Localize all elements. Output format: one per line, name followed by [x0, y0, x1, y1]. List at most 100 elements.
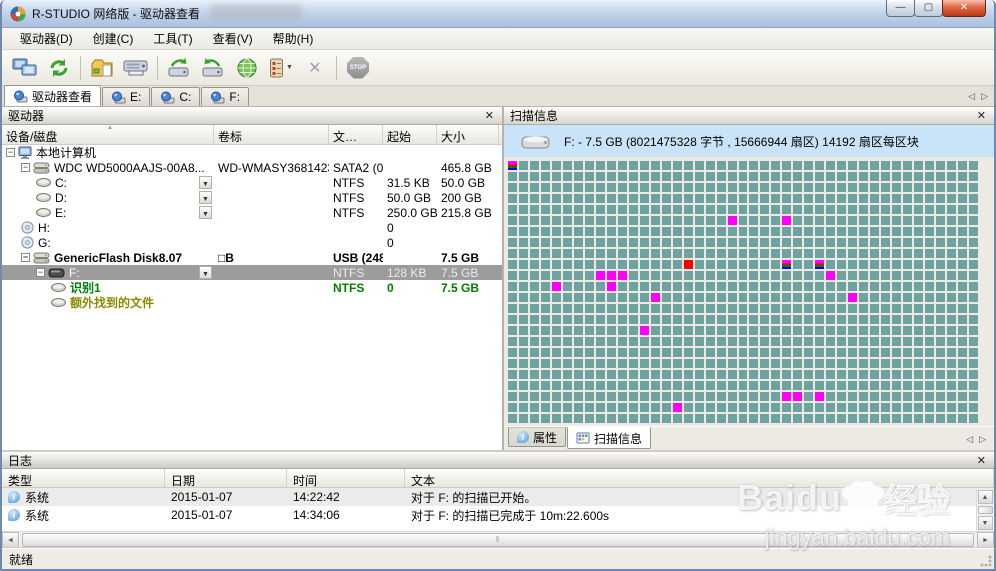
log-row[interactable]: 系统2015-01-0714:34:06对于 F: 的扫描已完成于 10m:22…: [2, 506, 994, 524]
scan-block: [596, 161, 605, 170]
scan-block: [684, 282, 693, 291]
tree-row[interactable]: E:NTFS250.0 GB215.8 GB: [2, 205, 502, 220]
scroll-right-arrow-icon[interactable]: [977, 532, 994, 548]
open-image-button[interactable]: [85, 53, 119, 83]
column-time[interactable]: 时间: [287, 469, 405, 487]
maximize-button[interactable]: ▢: [914, 0, 943, 17]
column-filesystem[interactable]: 文…: [329, 125, 383, 144]
log-horizontal-scrollbar[interactable]: [2, 531, 994, 548]
scan-block: [848, 271, 857, 280]
expander-minus-icon[interactable]: [21, 163, 30, 172]
tab-drive-e[interactable]: E:: [102, 87, 150, 106]
scan-block: [739, 293, 748, 302]
column-size[interactable]: 大小: [437, 125, 499, 144]
statusbar: 就绪: [2, 548, 994, 569]
scan-block: [859, 337, 868, 346]
log-panel-close-icon[interactable]: [975, 454, 988, 467]
tab-drive-view[interactable]: 驱动器查看: [4, 85, 101, 106]
log-row[interactable]: 系统2015-01-0714:22:42对于 F: 的扫描已开始。: [2, 488, 994, 506]
online-help-button[interactable]: [230, 53, 264, 83]
scroll-up-arrow-icon[interactable]: [978, 490, 993, 504]
expander-minus-icon[interactable]: [21, 253, 30, 262]
menu-view[interactable]: 查看(V): [203, 27, 263, 50]
resize-grip[interactable]: [980, 555, 992, 567]
expander-minus-icon[interactable]: [36, 268, 45, 277]
tree-row[interactable]: H:0: [2, 220, 502, 235]
scroll-down-arrow-icon[interactable]: [978, 516, 993, 530]
scan-block: [574, 403, 583, 412]
log-settings-button[interactable]: ▼: [264, 53, 298, 83]
menu-help[interactable]: 帮助(H): [263, 27, 324, 50]
scan-block: [739, 249, 748, 258]
menu-drives[interactable]: 驱动器(D): [10, 27, 83, 50]
mount-image-button[interactable]: [119, 53, 153, 83]
scan-block: [607, 172, 616, 181]
scan-block: [815, 271, 824, 280]
volume-dropdown-button[interactable]: [199, 191, 212, 204]
tree-row[interactable]: G:0: [2, 235, 502, 250]
scan-block: [881, 370, 890, 379]
column-type[interactable]: 类型: [2, 469, 165, 487]
scan-tab-left-icon[interactable]: [966, 432, 973, 446]
tree-row[interactable]: 额外找到的文件: [2, 295, 502, 310]
scan-block: [574, 249, 583, 258]
column-start[interactable]: 起始: [383, 125, 437, 144]
tree-row[interactable]: C:NTFS31.5 KB50.0 GB: [2, 175, 502, 190]
volume-dropdown-button[interactable]: [199, 176, 212, 189]
scan-block: [903, 359, 912, 368]
scan-block: [749, 414, 758, 423]
volume-dropdown-button[interactable]: [199, 206, 212, 219]
refresh-button[interactable]: [42, 53, 76, 83]
tab-properties[interactable]: 属性: [508, 427, 566, 447]
expander-minus-icon[interactable]: [6, 148, 15, 157]
scan-block: [618, 161, 627, 170]
scan-block: [859, 293, 868, 302]
tree-row[interactable]: F:NTFS128 KB7.5 GB: [2, 265, 502, 280]
scan-block: [651, 337, 660, 346]
menu-tools[interactable]: 工具(T): [143, 27, 202, 50]
scan-block: [749, 381, 758, 390]
log-vertical-scrollbar[interactable]: [976, 489, 993, 531]
tree-row[interactable]: GenericFlash Disk8.07□BUSB (248:228)7.5 …: [2, 250, 502, 265]
scan-block: [574, 359, 583, 368]
column-device-disk[interactable]: 设备/磁盘: [2, 125, 214, 144]
tree-row[interactable]: 本地计算机: [2, 145, 502, 160]
tab-drive-c[interactable]: C:: [151, 87, 200, 106]
scrollbar-thumb[interactable]: [978, 506, 993, 514]
tab-drive-f[interactable]: F:: [201, 87, 249, 106]
volume-dropdown-button[interactable]: [199, 266, 212, 279]
scan-block: [782, 260, 791, 269]
scan-block: [793, 392, 802, 401]
close-button[interactable]: ✕: [942, 0, 986, 17]
menubar: 驱动器(D) 创建(C) 工具(T) 查看(V) 帮助(H): [2, 28, 994, 50]
tab-scroll-left-icon[interactable]: [968, 89, 975, 103]
scan-block: [848, 370, 857, 379]
tree-row[interactable]: D:NTFS50.0 GB200 GB: [2, 190, 502, 205]
scan-button[interactable]: [162, 53, 196, 83]
column-volume-label[interactable]: 卷标: [214, 125, 329, 144]
scan-block: [574, 216, 583, 225]
tab-scan-information[interactable]: 扫描信息: [567, 427, 651, 449]
scan-block: [793, 205, 802, 214]
minimize-button[interactable]: —: [886, 0, 915, 17]
column-text[interactable]: 文本: [405, 469, 994, 487]
connect-remote-button[interactable]: [8, 53, 42, 83]
close-view-button[interactable]: [298, 53, 332, 83]
scan-panel-header: 扫描信息: [504, 107, 994, 125]
scan-block: [728, 260, 737, 269]
scan-info-button[interactable]: [196, 53, 230, 83]
column-date[interactable]: 日期: [165, 469, 287, 487]
dropdown-caret-icon[interactable]: ▼: [286, 64, 293, 71]
scan-tab-right-icon[interactable]: [979, 432, 986, 446]
scroll-left-arrow-icon[interactable]: [2, 532, 19, 548]
menu-create[interactable]: 创建(C): [83, 27, 144, 50]
scrollbar-thumb[interactable]: [22, 533, 974, 547]
tab-scroll-right-icon[interactable]: [981, 89, 988, 103]
tree-row[interactable]: 识别1NTFS07.5 GB: [2, 280, 502, 295]
scan-block: [848, 315, 857, 324]
drives-panel-close-icon[interactable]: [483, 109, 496, 122]
tree-row[interactable]: WDC WD5000AAJS-00A8...WD-WMASY3681423SAT…: [2, 160, 502, 175]
stop-button[interactable]: [341, 53, 375, 83]
scan-block: [607, 359, 616, 368]
scan-panel-close-icon[interactable]: [975, 109, 988, 122]
